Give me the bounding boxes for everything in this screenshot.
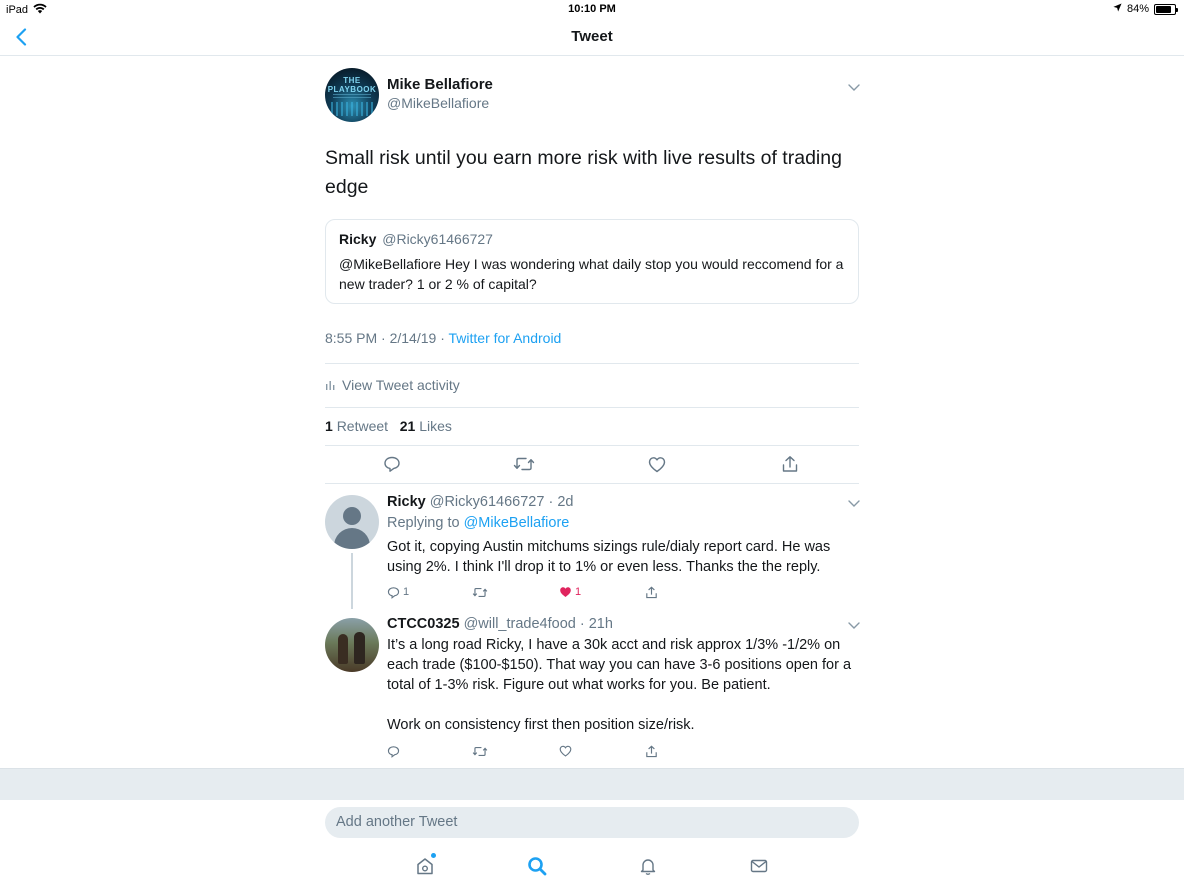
page-title: Tweet [571, 28, 613, 45]
battery-icon [1154, 3, 1178, 15]
divider [325, 483, 859, 484]
tweet-time: 8:55 PM [325, 330, 378, 346]
author-name[interactable]: Mike Bellafiore [387, 76, 493, 93]
tweet-date: 2/14/19 [389, 330, 437, 346]
reply-count: 1 [403, 586, 410, 598]
like-label: Likes [419, 418, 452, 434]
reply-reply-button[interactable] [387, 743, 400, 759]
status-bar: iPad 10:10 PM 84% [0, 0, 1184, 20]
location-arrow-icon [1113, 3, 1122, 15]
replying-prefix: Replying to [387, 515, 460, 531]
reply-author-handle: @Ricky61466727 [429, 494, 545, 510]
caret-down-icon[interactable] [847, 498, 861, 508]
bar-chart-icon [325, 377, 336, 393]
reply-avatar[interactable] [325, 618, 379, 672]
retweet-label: Retweet [336, 418, 389, 434]
reply-reply-button[interactable]: 1 [387, 584, 409, 600]
reply-share-button[interactable] [645, 743, 658, 759]
battery-fill [1156, 5, 1172, 13]
battery-percent: 84% [1126, 3, 1149, 15]
author-avatar[interactable]: THE PLAYBOOK [325, 68, 379, 122]
reply-like-count: 1 [575, 586, 582, 598]
reply-age: 21h [588, 616, 613, 632]
reply-icon[interactable] [380, 452, 404, 476]
quoted-tweet[interactable]: Ricky @Ricky61466727 @MikeBellafiore Hey… [325, 219, 859, 304]
reply-header: Ricky @Ricky61466727 · 2d [387, 494, 574, 510]
reply-author-name[interactable]: CTCC0325 [387, 616, 460, 632]
reply-text: Got it, copying Austin mitchums sizings … [387, 539, 831, 575]
quote-author-handle: @Ricky61466727 [382, 231, 493, 247]
replying-to: Replying to @MikeBellafiore [387, 515, 569, 531]
status-right: 84% [1113, 3, 1178, 15]
reply-retweet-button[interactable] [472, 584, 488, 600]
reply-text-paragraph: Work on consistency first then position … [387, 717, 695, 733]
reply-like-button[interactable] [559, 743, 572, 759]
reply-action-bar: 1 1 [387, 584, 687, 600]
notification-dot [431, 853, 436, 858]
bell-icon[interactable] [636, 854, 660, 878]
divider [325, 445, 859, 446]
reply-header: CTCC0325 @will_trade4food · 21h [387, 616, 613, 632]
tweet-stats: 1 Retweet 21 Likes [325, 418, 452, 434]
like-icon[interactable] [645, 452, 669, 476]
reply-like-button[interactable]: 1 [559, 584, 581, 600]
reply-author-name[interactable]: Ricky [387, 494, 426, 510]
caret-down-icon[interactable] [847, 620, 861, 630]
search-icon[interactable] [525, 854, 549, 878]
replying-to-link[interactable]: @MikeBellafiore [464, 515, 570, 531]
reply-text: It’s a long road Ricky, I have a 30k acc… [387, 637, 852, 693]
view-tweet-activity[interactable]: View Tweet activity [325, 377, 460, 393]
thread-connector [351, 553, 353, 609]
status-time: 10:10 PM [568, 3, 616, 15]
reply-action-bar [387, 743, 687, 759]
author-handle[interactable]: @MikeBellafiore [387, 95, 489, 111]
reply-avatar[interactable] [325, 495, 379, 549]
tweet-meta: 8:55 PM · 2/14/19 · Twitter for Android [325, 330, 562, 346]
reply-retweet-button[interactable] [472, 743, 488, 759]
nav-bar: Tweet [0, 20, 1184, 56]
tweet-text: Small risk until you earn more risk with… [325, 147, 842, 198]
divider [325, 407, 859, 408]
quote-author-name: Ricky [339, 231, 377, 247]
share-icon[interactable] [778, 452, 802, 476]
reply-age: 2d [557, 494, 574, 510]
avatar-logo-text: THE PLAYBOOK [327, 76, 377, 94]
caret-down-icon[interactable] [847, 82, 861, 92]
like-count: 21 [399, 418, 416, 434]
reply-author-handle: @will_trade4food [463, 616, 576, 632]
tweet-source-link[interactable]: Twitter for Android [449, 330, 562, 346]
reply-share-button[interactable] [645, 584, 658, 600]
activity-label: View Tweet activity [342, 377, 460, 393]
quote-text: @MikeBellafiore Hey I was wondering what… [339, 256, 844, 292]
divider [325, 363, 859, 364]
section-separator [0, 768, 1184, 800]
like-stat[interactable]: 21 Likes [400, 418, 452, 434]
retweet-stat[interactable]: 1 Retweet [325, 418, 388, 434]
add-tweet-input[interactable]: Add another Tweet [325, 807, 859, 838]
quote-header: Ricky @Ricky61466727 [339, 231, 845, 247]
home-icon[interactable] [413, 853, 437, 878]
mail-icon[interactable] [747, 854, 771, 878]
retweet-icon[interactable] [512, 452, 536, 476]
retweet-count: 1 [325, 418, 333, 434]
tweet-action-bar [325, 452, 859, 476]
tab-bar [0, 846, 1184, 888]
